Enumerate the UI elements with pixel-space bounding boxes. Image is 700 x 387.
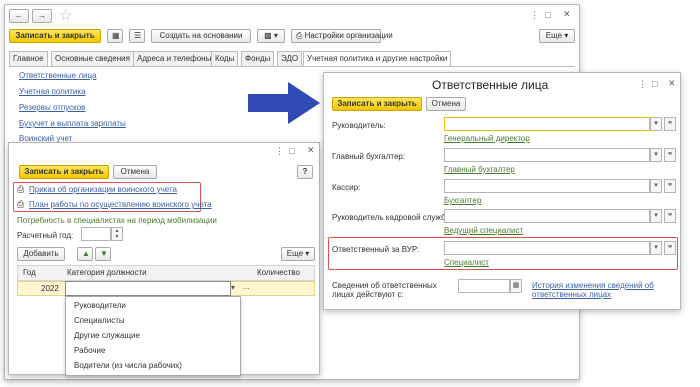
- tab-edo[interactable]: ЭДО: [277, 51, 303, 67]
- chief-accountant-input[interactable]: [444, 148, 650, 162]
- open-link-icon[interactable]: ⚭: [664, 209, 676, 223]
- maximize-icon[interactable]: □: [289, 146, 294, 156]
- window-menu-icon[interactable]: ⋮: [638, 79, 647, 90]
- close-icon[interactable]: ✕: [307, 145, 315, 156]
- move-up-icon[interactable]: ▲: [77, 247, 93, 261]
- more-label: Еще: [545, 31, 563, 40]
- link-responsible-persons[interactable]: Ответственные лица: [19, 71, 97, 80]
- window-menu-icon[interactable]: ⋮: [275, 146, 284, 157]
- move-down-icon[interactable]: ▼: [95, 247, 111, 261]
- help-button[interactable]: ?: [297, 165, 313, 179]
- year-label: Расчетный год:: [17, 231, 74, 240]
- window-menu-icon[interactable]: ⋮: [530, 10, 539, 21]
- history-link[interactable]: История изменения сведений об ответствен…: [532, 281, 662, 299]
- tab-addresses[interactable]: Адреса и телефоны: [133, 51, 216, 67]
- dropdown-option[interactable]: Специалисты: [74, 316, 125, 325]
- plan-link[interactable]: План работы по осуществлению воинского у…: [29, 200, 212, 209]
- military-registration-window: ⋮ □ ✕ Записать и закрыть Отмена ? ⎙ Прик…: [8, 142, 320, 376]
- printer-icon: ⎙: [17, 199, 25, 209]
- org-settings-label: Настройки организации: [304, 31, 393, 40]
- dropdown-option[interactable]: Водители (из числа рабочих): [74, 361, 182, 370]
- order-link[interactable]: Приказ об организации воинского учета: [29, 185, 177, 194]
- vur-responsible-input[interactable]: [444, 241, 650, 255]
- more-label: Еще: [286, 249, 304, 258]
- link-accounting-policy[interactable]: Учетная политика: [19, 87, 86, 96]
- director-label: Руководитель:: [332, 121, 386, 130]
- cashier-input[interactable]: [444, 179, 650, 193]
- cashier-label: Кассир:: [332, 183, 361, 192]
- chevron-down-icon[interactable]: ▾: [650, 209, 662, 223]
- printer-icon: ⎙: [17, 184, 25, 194]
- dropdown-option[interactable]: Рабочие: [74, 346, 105, 355]
- header-year: Год: [23, 268, 36, 277]
- hr-head-input[interactable]: [444, 209, 650, 223]
- row-year: 2022: [41, 284, 59, 293]
- save-close-button[interactable]: Записать и закрыть: [19, 165, 109, 179]
- forward-button[interactable]: →: [32, 9, 52, 23]
- category-dropdown: Руководители Специалисты Другие служащие…: [65, 296, 241, 376]
- chevron-down-icon[interactable]: ▾: [650, 179, 662, 193]
- tab-basic-info[interactable]: Основные сведения: [51, 51, 134, 67]
- open-link-icon[interactable]: ⚭: [664, 241, 676, 255]
- window-title: Ответственные лица: [432, 78, 549, 92]
- arrow-right-icon: [248, 82, 320, 124]
- ellipsis-icon[interactable]: ...: [243, 282, 250, 291]
- open-link-icon[interactable]: ⚭: [664, 117, 676, 131]
- mobilization-need-title: Потребность в специалистах на период моб…: [17, 216, 217, 225]
- link-vacation-reserves[interactable]: Резервы отпусков: [19, 103, 85, 112]
- vur-responsible-label: Ответственный за ВУР:: [332, 245, 420, 254]
- responsible-persons-window: Ответственные лица ⋮ □ ✕ Записать и закр…: [323, 72, 681, 310]
- cashier-position-link[interactable]: Бухгалтер: [444, 196, 481, 205]
- tab-accounting-policy[interactable]: Учетная политика и другие настройки: [303, 51, 452, 67]
- maximize-icon[interactable]: □: [652, 79, 657, 89]
- info-valid-from-label: Сведения об ответственных лицах действую…: [332, 281, 437, 299]
- close-icon[interactable]: ✕: [668, 78, 676, 89]
- header-category: Категория должности: [67, 268, 147, 277]
- valid-from-date-input[interactable]: [458, 279, 510, 293]
- year-spin-icon[interactable]: ▲ ▼: [111, 227, 123, 241]
- calendar-icon[interactable]: ▦: [510, 279, 522, 293]
- cancel-button[interactable]: Отмена: [113, 165, 157, 179]
- open-link-icon[interactable]: ⚭: [664, 148, 676, 162]
- close-icon[interactable]: ✕: [563, 9, 571, 20]
- favorite-star-icon[interactable]: ☆: [59, 6, 72, 24]
- header-quantity: Количество: [257, 268, 300, 277]
- year-input[interactable]: [81, 227, 111, 241]
- dropdown-option[interactable]: Руководители: [74, 301, 126, 310]
- save-icon[interactable]: ▦: [107, 29, 123, 43]
- more-button[interactable]: Еще ▾: [539, 29, 575, 43]
- hr-head-position-link[interactable]: Ведущий специалист: [444, 226, 523, 235]
- add-button[interactable]: Добавить: [17, 247, 65, 261]
- list-icon[interactable]: ☰: [129, 29, 145, 43]
- chevron-down-icon[interactable]: ▾: [650, 241, 662, 255]
- org-settings-button[interactable]: ⎙ Настройки организации: [291, 29, 393, 43]
- open-link-icon[interactable]: ⚭: [664, 179, 676, 193]
- vur-position-link[interactable]: Специалист: [444, 258, 489, 267]
- dropdown-option[interactable]: Другие служащие: [74, 331, 140, 340]
- printer-icon: ⎙: [296, 31, 303, 40]
- chevron-down-icon[interactable]: ▾: [650, 148, 662, 162]
- maximize-icon[interactable]: □: [545, 10, 550, 20]
- director-input[interactable]: [444, 117, 650, 131]
- save-close-button[interactable]: Записать и закрыть: [332, 97, 422, 111]
- back-button[interactable]: ←: [9, 9, 29, 23]
- tab-funds[interactable]: Фонды: [241, 51, 275, 67]
- tab-main[interactable]: Главное: [9, 51, 48, 67]
- create-based-button[interactable]: Создать на основании: [151, 29, 251, 43]
- hr-head-label: Руководитель кадровой службы:: [332, 213, 454, 222]
- tab-codes[interactable]: Коды: [211, 51, 239, 67]
- chief-accountant-label: Главный бухгалтер:: [332, 152, 406, 161]
- category-select[interactable]: [65, 281, 231, 296]
- save-close-button[interactable]: Записать и закрыть: [9, 29, 101, 43]
- cancel-button[interactable]: Отмена: [426, 97, 466, 111]
- link-payroll[interactable]: Бухучет и выплата зарплаты: [19, 119, 126, 128]
- chevron-down-icon[interactable]: ▾: [650, 117, 662, 131]
- chevron-down-icon[interactable]: ▾: [231, 283, 235, 292]
- more-button[interactable]: Еще ▾: [281, 247, 315, 261]
- chief-accountant-position-link[interactable]: Главный бухгалтер: [444, 165, 515, 174]
- tabs-divider: [9, 66, 575, 67]
- print-dropdown-button[interactable]: ▩ ▾: [257, 29, 285, 43]
- director-position-link[interactable]: Генеральный директор: [444, 134, 530, 143]
